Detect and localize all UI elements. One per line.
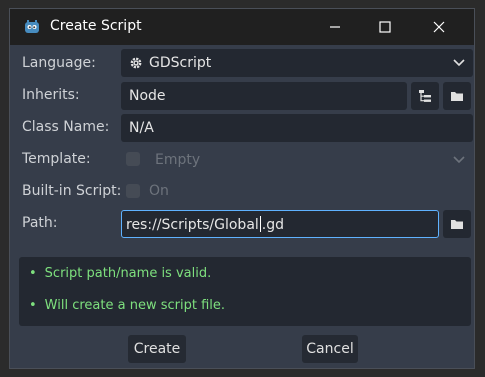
class-name-field[interactable]: N/A [121, 114, 473, 142]
maximize-button[interactable] [362, 9, 408, 45]
create-button[interactable]: Create [128, 335, 186, 363]
folder-icon [451, 92, 463, 101]
window-title: Create Script [50, 18, 142, 34]
path-input[interactable]: res://Scripts/Global .gd [121, 210, 439, 238]
minimize-button[interactable] [312, 9, 358, 45]
built-in-script-value: On [149, 183, 169, 199]
language-select[interactable]: GDScript [121, 49, 473, 77]
language-label: Language: [22, 55, 96, 71]
class-name-label: Class Name: [22, 119, 110, 135]
inherits-browse-button[interactable] [443, 82, 471, 110]
title-bar: Create Script [10, 9, 474, 45]
inherits-value: Node [129, 88, 166, 104]
close-icon [433, 21, 445, 33]
template-select[interactable]: Empty [147, 146, 473, 174]
status-message: • Script path/name is valid. [29, 266, 212, 281]
path-label: Path: [22, 215, 58, 231]
inherits-field[interactable]: Node [121, 82, 407, 110]
built-in-script-label: Built-in Script: [22, 183, 122, 199]
inherits-label: Inherits: [22, 87, 80, 103]
validation-panel: • Script path/name is valid. • Will create… [19, 257, 471, 326]
chevron-down-icon [453, 59, 465, 67]
chevron-down-icon [453, 156, 465, 164]
close-button[interactable] [416, 9, 462, 45]
template-label: Template: [22, 151, 91, 167]
status-message: • Will create a new script file. [29, 298, 225, 313]
path-value: res://Scripts/Global .gd [126, 216, 285, 233]
language-value: GDScript [149, 55, 212, 71]
template-checkbox[interactable] [126, 152, 140, 166]
godot-icon [25, 20, 39, 33]
create-script-dialog: Create Script Language: GDScript Inherit… [9, 8, 475, 369]
built-in-script-checkbox[interactable] [126, 184, 140, 198]
class-tree-icon [419, 90, 431, 102]
cancel-button[interactable]: Cancel [302, 335, 358, 363]
folder-icon [451, 220, 463, 229]
path-browse-button[interactable] [443, 210, 471, 238]
gear-icon [130, 57, 142, 69]
maximize-icon [379, 21, 391, 33]
select-class-button[interactable] [411, 82, 439, 110]
template-value: Empty [155, 152, 201, 168]
class-name-value: N/A [129, 120, 154, 136]
text-cursor [259, 216, 261, 232]
minimize-icon [330, 26, 340, 28]
